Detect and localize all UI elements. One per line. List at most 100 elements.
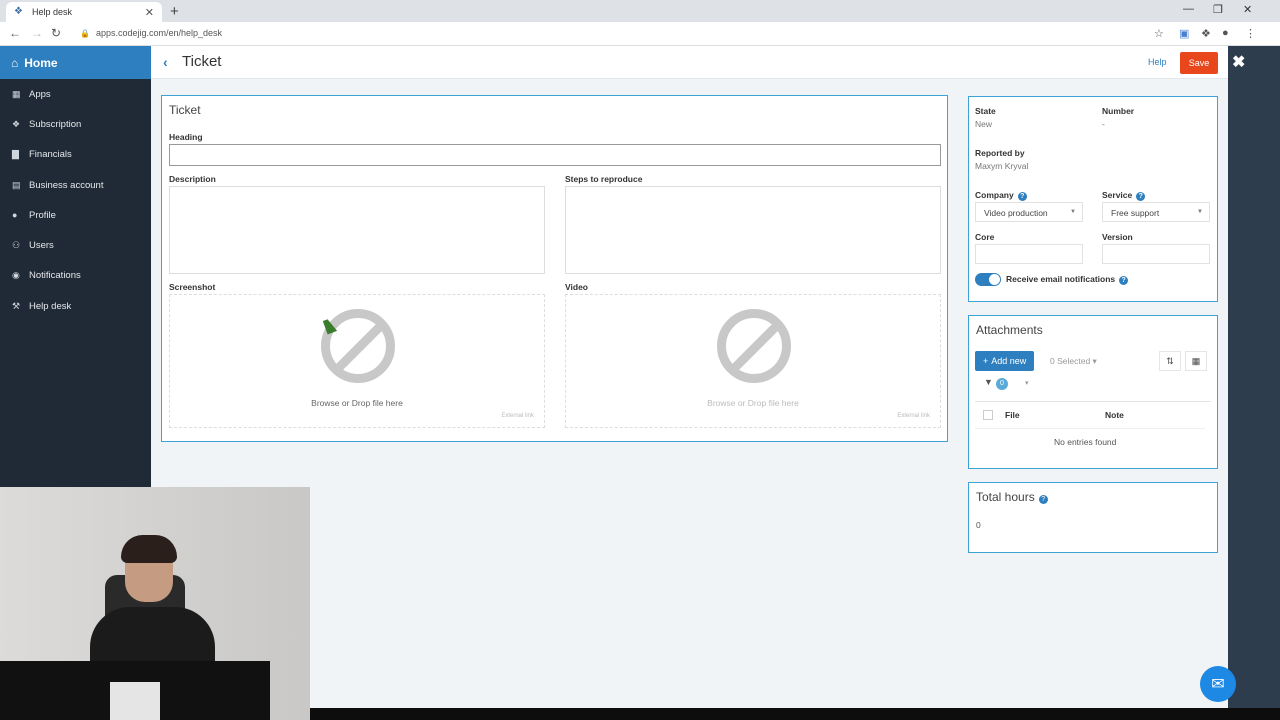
- screenshot-drop-text[interactable]: Browse or Drop file here: [170, 398, 544, 408]
- video-dropzone[interactable]: Browse or Drop file here External link: [565, 294, 941, 428]
- forward-arrow-icon[interactable]: →: [31, 26, 43, 40]
- sidebar-home[interactable]: ⌂ Home: [0, 46, 151, 79]
- close-icon[interactable]: ✖: [1232, 52, 1245, 72]
- state-value: New: [975, 119, 993, 129]
- add-new-label: Add new: [991, 356, 1027, 366]
- grid-icon: ▦: [12, 88, 21, 99]
- sidebar-item-users[interactable]: ⚇ Users: [0, 230, 151, 260]
- wrench-icon: ⚒: [12, 300, 21, 311]
- caret-down-icon: ▼: [1070, 209, 1076, 215]
- sort-icon[interactable]: ⇅: [1159, 351, 1181, 371]
- url-field[interactable]: 🔒 apps.codejig.com/en/help_desk: [80, 28, 222, 38]
- sidebar-item-label: Notifications: [29, 270, 81, 282]
- description-label: Description: [169, 174, 216, 184]
- translate-extension-icon[interactable]: ▣: [1179, 27, 1189, 40]
- grid-view-icon[interactable]: ▦: [1185, 351, 1207, 371]
- minimize-icon[interactable]: —: [1183, 3, 1194, 15]
- browser-tab[interactable]: ❖ Help desk ✕: [6, 2, 162, 22]
- plus-icon: +: [983, 356, 989, 366]
- number-label: Number: [1102, 106, 1135, 116]
- steps-textarea[interactable]: [565, 186, 941, 274]
- add-new-button[interactable]: + Add new: [975, 351, 1035, 371]
- number-value: -: [1102, 119, 1105, 129]
- home-icon: ⌂: [11, 55, 19, 70]
- company-select-value: Video production: [984, 208, 1048, 218]
- webcam-overlay: [0, 487, 310, 720]
- service-select[interactable]: Free support ▼: [1102, 202, 1210, 222]
- lock-icon: 🔒: [80, 29, 90, 38]
- filter-caret-icon[interactable]: ▾: [1025, 379, 1029, 387]
- restore-icon[interactable]: ❐: [1213, 3, 1223, 16]
- profile-icon[interactable]: ●: [1222, 27, 1229, 39]
- screenshot-label: Screenshot: [169, 282, 216, 292]
- ticket-panel: Ticket Heading Description Steps to repr…: [161, 95, 948, 442]
- user-icon: ●: [12, 210, 18, 221]
- new-tab-icon[interactable]: +: [170, 3, 179, 20]
- column-header-note[interactable]: Note: [1105, 410, 1124, 420]
- sidebar-item-apps[interactable]: ▦ Apps: [0, 79, 151, 109]
- filter-icon[interactable]: ▼: [984, 377, 993, 387]
- webcam-presenter-hair: [121, 535, 177, 563]
- company-select[interactable]: Video production ▼: [975, 202, 1083, 222]
- screenshot-external-link[interactable]: External link: [501, 413, 534, 419]
- sidebar-item-financials[interactable]: ▇ Financials: [0, 140, 151, 170]
- total-hours-panel: Total hours? 0: [968, 482, 1218, 553]
- bookmark-star-icon[interactable]: ☆: [1154, 27, 1164, 40]
- state-label: State: [975, 106, 996, 116]
- sidebar-item-subscription[interactable]: ❖ Subscription: [0, 109, 151, 139]
- window-close-icon[interactable]: ✕: [1243, 3, 1252, 16]
- description-textarea[interactable]: [169, 186, 545, 274]
- video-external-link[interactable]: External link: [897, 413, 930, 419]
- selected-count: 0 Selected: [1050, 356, 1091, 366]
- question-icon[interactable]: ?: [1038, 495, 1048, 504]
- background-window: [1228, 46, 1280, 708]
- total-hours-title: Total hours?: [976, 490, 1048, 504]
- company-label: Company?: [975, 190, 1027, 201]
- video-drop-text[interactable]: Browse or Drop file here: [566, 398, 940, 408]
- browser-menu-icon[interactable]: ⋮: [1245, 27, 1256, 40]
- sidebar-item-notifications[interactable]: ◉ Notifications: [0, 261, 151, 291]
- sidebar-item-profile[interactable]: ● Profile: [0, 200, 151, 230]
- sidebar-item-business-account[interactable]: ▤ Business account: [0, 170, 151, 200]
- core-input[interactable]: [975, 244, 1083, 264]
- video-label: Video: [565, 282, 588, 292]
- sidebar-item-label: Users: [29, 240, 54, 252]
- url-text: apps.codejig.com/en/help_desk: [95, 28, 223, 38]
- webcam-monitor-stand: [110, 682, 160, 720]
- extensions-puzzle-icon[interactable]: ❖: [1201, 27, 1211, 40]
- caret-down-icon: ▼: [1197, 209, 1203, 215]
- total-hours-title-text: Total hours: [976, 490, 1035, 504]
- question-icon[interactable]: ?: [1017, 192, 1027, 201]
- heading-input[interactable]: [169, 144, 941, 166]
- back-arrow-icon[interactable]: ←: [9, 26, 21, 40]
- chat-envelope-icon[interactable]: ✉: [1200, 666, 1236, 702]
- tab-close-icon[interactable]: ✕: [145, 6, 154, 19]
- steps-label: Steps to reproduce: [565, 174, 643, 184]
- reported-by-value: Maxym Kryval: [975, 161, 1029, 171]
- save-button[interactable]: Save: [1180, 52, 1218, 74]
- screenshot-dropzone[interactable]: Browse or Drop file here External link: [169, 294, 545, 428]
- sidebar-item-label: Financials: [29, 149, 72, 161]
- service-select-value: Free support: [1111, 208, 1160, 218]
- broadcast-icon: ◉: [12, 270, 20, 281]
- reported-by-label: Reported by: [975, 148, 1025, 158]
- users-icon: ⚇: [12, 240, 21, 251]
- no-file-icon: [717, 309, 791, 383]
- cubes-icon: ❖: [12, 118, 21, 129]
- select-all-checkbox[interactable]: [983, 410, 993, 420]
- question-icon[interactable]: ?: [1119, 276, 1129, 285]
- bottom-strip: [310, 708, 1280, 720]
- attachments-panel: Attachments + Add new 0 Selected ▾ ⇅ ▦ ▼ …: [968, 315, 1218, 469]
- email-notifications-toggle[interactable]: [975, 273, 1001, 286]
- sidebar-item-help-desk[interactable]: ⚒ Help desk: [0, 291, 151, 321]
- version-label: Version: [1102, 232, 1133, 242]
- selected-dropdown[interactable]: 0 Selected ▾: [1050, 356, 1097, 367]
- version-input[interactable]: [1102, 244, 1210, 264]
- email-notifications-label: Receive email notifications?: [1006, 274, 1129, 285]
- filter-count-badge: 0: [996, 378, 1008, 390]
- chevron-left-icon[interactable]: ‹: [163, 54, 168, 70]
- help-link[interactable]: Help: [1148, 57, 1167, 67]
- reload-icon[interactable]: ↻: [51, 26, 61, 40]
- column-header-file[interactable]: File: [1005, 410, 1020, 420]
- question-icon[interactable]: ?: [1136, 192, 1146, 201]
